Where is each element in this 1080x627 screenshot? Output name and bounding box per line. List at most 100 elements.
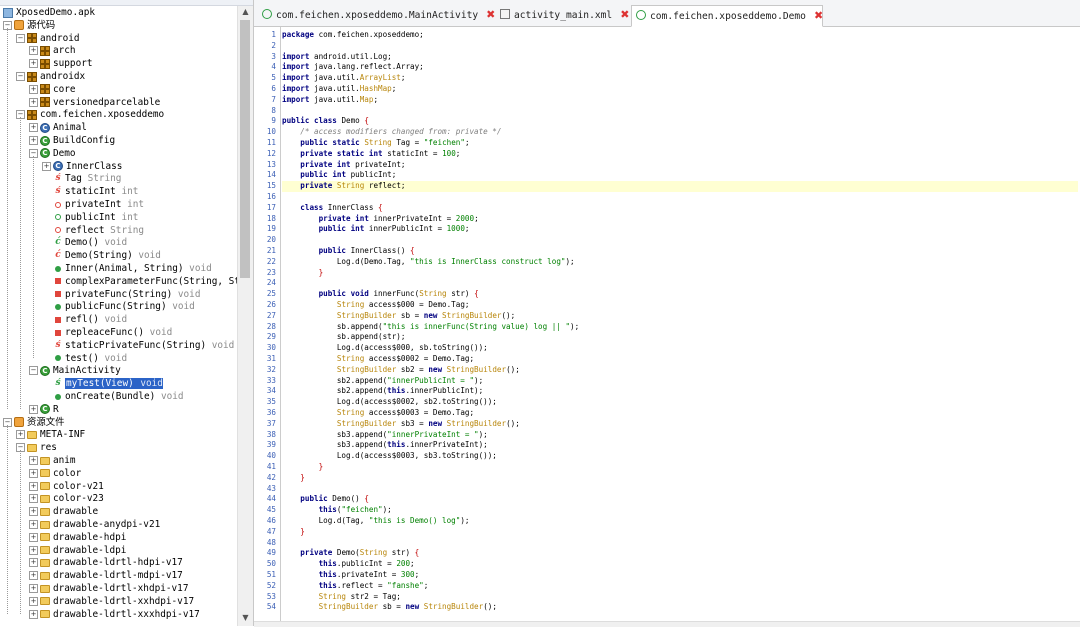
code-line[interactable]: } bbox=[282, 473, 1078, 484]
code-line[interactable]: String access$000 = Demo.Tag; bbox=[282, 300, 1078, 311]
code-line[interactable]: this("feichen"); bbox=[282, 505, 1078, 516]
close-icon[interactable]: ✖ bbox=[620, 5, 629, 25]
expand-toggle-icon[interactable]: + bbox=[29, 136, 38, 145]
expand-toggle-icon[interactable]: + bbox=[29, 97, 38, 107]
code-line[interactable]: String access$0002 = Demo.Tag; bbox=[282, 354, 1078, 365]
code-line[interactable]: public static String Tag = "feichen"; bbox=[282, 138, 1078, 149]
code-line[interactable]: Log.d(Demo.Tag, "this is InnerClass cons… bbox=[282, 257, 1078, 268]
code-line[interactable]: } bbox=[282, 462, 1078, 473]
code-line[interactable]: sb2.append("innerPublicInt = "); bbox=[282, 376, 1078, 387]
tree-item[interactable]: test() void bbox=[42, 352, 127, 365]
tree-item[interactable]: ś Tag String bbox=[42, 172, 121, 185]
code-editor[interactable]: 1 2 3 4 5 6 7 8 9 10 11 12 13 14 15 16 17 18 19 20 21 22 23 24 2… bbox=[254, 27, 1080, 621]
code-line[interactable] bbox=[282, 192, 1078, 203]
code-line[interactable] bbox=[282, 278, 1078, 289]
tree-item[interactable]: − 源代码 bbox=[3, 19, 55, 32]
code-line[interactable]: Log.d(access$0003, sb3.toString()); bbox=[282, 451, 1078, 462]
editor-horizontal-scrollbar[interactable] bbox=[254, 621, 1080, 627]
tree-item[interactable]: + drawable-ldrtl-xxhdpi-v17 bbox=[29, 595, 194, 608]
tree-item[interactable]: + META-INF bbox=[16, 428, 85, 441]
tree-item[interactable]: − android bbox=[16, 32, 80, 45]
tree-item[interactable]: + color bbox=[29, 467, 81, 480]
tree-item[interactable]: + drawable-ldrtl-hdpi-v17 bbox=[29, 556, 183, 569]
code-line[interactable]: sb3.append("innerPrivateInt = "); bbox=[282, 430, 1078, 441]
code-line[interactable]: sb.append("this is innerFunc(String valu… bbox=[282, 322, 1078, 333]
code-line[interactable]: StringBuilder sb2 = new StringBuilder(); bbox=[282, 365, 1078, 376]
expand-toggle-icon[interactable]: + bbox=[42, 161, 51, 171]
tree-item[interactable]: + drawable-hdpi bbox=[29, 531, 126, 544]
code-line[interactable]: private int privateInt; bbox=[282, 160, 1078, 171]
expand-toggle-icon[interactable]: + bbox=[29, 84, 38, 94]
tree-item[interactable]: complexParameterFunc(String, Str bbox=[42, 275, 246, 288]
code-line[interactable]: this.publicInt = 200; bbox=[282, 559, 1078, 570]
code-line[interactable]: /* access modifiers changed from: privat… bbox=[282, 127, 1078, 138]
code-line[interactable] bbox=[282, 484, 1078, 495]
code-line[interactable]: Log.d(access$000, sb.toString()); bbox=[282, 343, 1078, 354]
tree-item[interactable]: ś myTest(View) void bbox=[42, 377, 163, 390]
code-line[interactable]: this.privateInt = 300; bbox=[282, 570, 1078, 581]
tree-item[interactable]: ś staticInt int bbox=[42, 185, 138, 198]
expand-toggle-icon[interactable]: + bbox=[29, 481, 38, 491]
code-line[interactable]: StringBuilder sb = new StringBuilder(); bbox=[282, 602, 1078, 613]
expand-toggle-icon[interactable]: + bbox=[29, 520, 38, 529]
tree-item[interactable]: + C R bbox=[29, 403, 59, 416]
code-line[interactable]: Log.d(access$0002, sb2.toString()); bbox=[282, 397, 1078, 408]
expand-toggle-icon[interactable]: + bbox=[29, 609, 38, 619]
code-line[interactable]: public int innerPublicInt = 1000; bbox=[282, 224, 1078, 235]
tree-item[interactable]: + drawable-ldrtl-mdpi-v17 bbox=[29, 569, 183, 582]
code-line[interactable]: import android.util.Log; bbox=[282, 52, 1078, 63]
tree-item[interactable]: + drawable-anydpi-v21 bbox=[29, 518, 160, 531]
tree-item[interactable]: refl() void bbox=[42, 313, 127, 326]
tree-item[interactable]: Inner(Animal, String) void bbox=[42, 262, 212, 275]
expand-toggle-icon[interactable]: + bbox=[29, 532, 38, 542]
code-line[interactable]: } bbox=[282, 268, 1078, 279]
code-line[interactable]: private int innerPrivateInt = 2000; bbox=[282, 214, 1078, 225]
tree-item[interactable]: ś staticPrivateFunc(String) void bbox=[42, 339, 234, 352]
collapse-toggle-icon[interactable]: − bbox=[29, 366, 38, 376]
tree-item[interactable]: − C Demo bbox=[29, 147, 76, 160]
scroll-down-arrow-icon[interactable]: ▼ bbox=[238, 612, 253, 624]
expand-toggle-icon[interactable]: + bbox=[29, 456, 38, 465]
code-line[interactable]: import java.util.Map; bbox=[282, 95, 1078, 106]
tree-item[interactable]: publicInt int bbox=[42, 211, 138, 224]
code-line[interactable]: StringBuilder sb = new StringBuilder(); bbox=[282, 311, 1078, 322]
collapse-toggle-icon[interactable]: − bbox=[16, 72, 25, 81]
code-line[interactable]: import java.lang.reflect.Array; bbox=[282, 62, 1078, 73]
expand-toggle-icon[interactable]: + bbox=[29, 494, 38, 504]
code-line[interactable]: String access$0003 = Demo.Tag; bbox=[282, 408, 1078, 419]
expand-toggle-icon[interactable]: + bbox=[29, 545, 38, 555]
code-line[interactable] bbox=[282, 106, 1078, 117]
code-area[interactable]: package com.feichen.xposeddemo; import an… bbox=[282, 27, 1078, 621]
tree-item[interactable]: privateFunc(String) void bbox=[42, 288, 200, 301]
tree-item[interactable]: − androidx bbox=[16, 70, 85, 83]
tree-vertical-scrollbar[interactable]: ▲ ▼ bbox=[237, 6, 253, 626]
tree-item[interactable]: + anim bbox=[29, 454, 76, 467]
tree-item[interactable]: onCreate(Bundle) void bbox=[42, 390, 184, 403]
scrollbar-thumb[interactable] bbox=[240, 20, 250, 278]
expand-toggle-icon[interactable]: + bbox=[29, 596, 38, 606]
code-line[interactable]: package com.feichen.xposeddemo; bbox=[282, 30, 1078, 41]
expand-toggle-icon[interactable]: + bbox=[29, 571, 38, 581]
expand-toggle-icon[interactable]: + bbox=[29, 468, 38, 478]
code-line[interactable]: StringBuilder sb3 = new StringBuilder(); bbox=[282, 419, 1078, 430]
code-line[interactable]: String str2 = Tag; bbox=[282, 592, 1078, 603]
expand-toggle-icon[interactable]: + bbox=[29, 404, 38, 414]
code-line[interactable] bbox=[282, 538, 1078, 549]
tree-item[interactable]: + drawable-ldpi bbox=[29, 544, 126, 557]
tree-item[interactable]: + C BuildConfig bbox=[29, 134, 115, 147]
code-line[interactable]: private static int staticInt = 100; bbox=[282, 149, 1078, 160]
editor-tab[interactable]: com.feichen.xposeddemo.Demo ✖ bbox=[631, 5, 823, 27]
tree-item[interactable]: + C InnerClass bbox=[42, 160, 122, 173]
tree-item[interactable]: − 资源文件 bbox=[3, 416, 65, 429]
editor-tab[interactable]: com.feichen.xposeddemo.MainActivity ✖ bbox=[258, 5, 496, 25]
code-line[interactable]: private Demo(String str) { bbox=[282, 548, 1078, 559]
close-icon[interactable]: ✖ bbox=[814, 6, 823, 26]
scroll-up-arrow-icon[interactable]: ▲ bbox=[238, 6, 253, 18]
code-line[interactable]: } bbox=[282, 527, 1078, 538]
tree-item[interactable]: + color-v21 bbox=[29, 480, 104, 493]
expand-toggle-icon[interactable]: + bbox=[29, 46, 38, 56]
code-line[interactable]: public Demo() { bbox=[282, 494, 1078, 505]
code-line[interactable]: sb.append(str); bbox=[282, 332, 1078, 343]
expand-toggle-icon[interactable]: + bbox=[29, 558, 38, 568]
code-line[interactable]: sb2.append(this.innerPublicInt); bbox=[282, 386, 1078, 397]
